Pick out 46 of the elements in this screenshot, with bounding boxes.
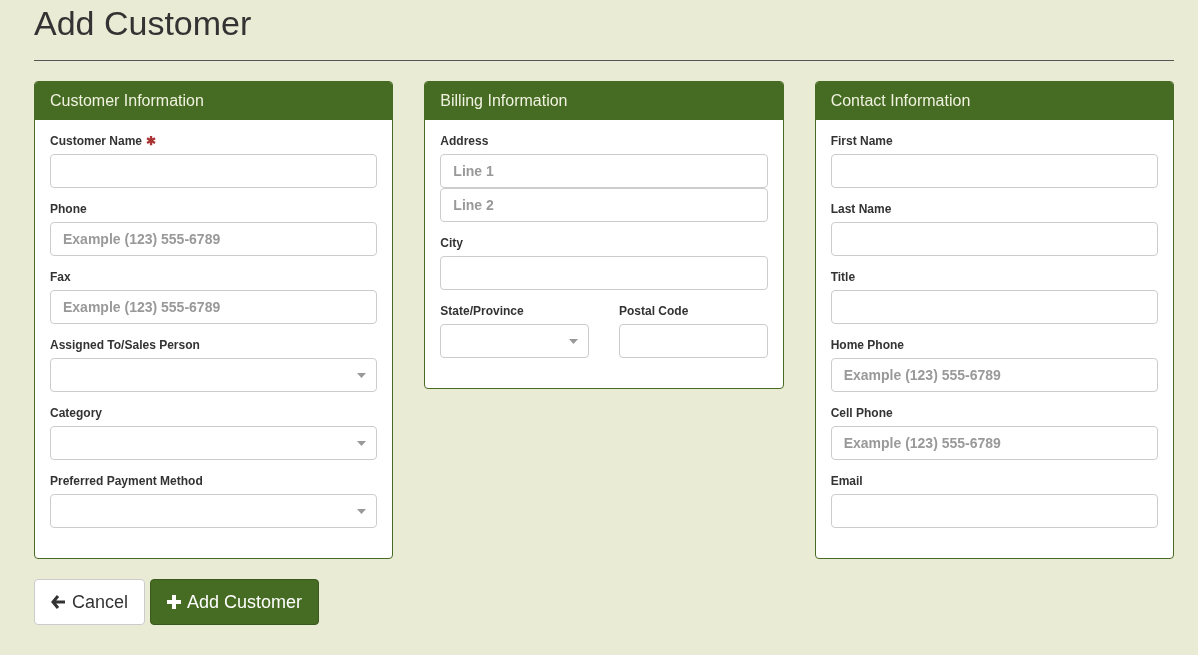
- text-input[interactable]: Example (123) 555-6789: [50, 290, 378, 324]
- field-label: Cell Phone: [830, 406, 893, 421]
- dropdown[interactable]: [50, 494, 378, 528]
- text-input[interactable]: [50, 154, 378, 188]
- panel-header: Billing Information: [425, 82, 783, 120]
- field-label: Email: [830, 474, 863, 489]
- dropdown[interactable]: [50, 426, 378, 460]
- text-input[interactable]: [830, 290, 1158, 324]
- panel-header: Customer Information: [35, 82, 393, 120]
- required-asterisk: ✱: [146, 134, 157, 149]
- page-title: Add Customer: [34, 3, 253, 42]
- cancel-button[interactable]: Cancel: [34, 579, 146, 625]
- field-label: Assigned To/Sales Person: [50, 338, 200, 353]
- left-arrow-icon: [51, 595, 66, 609]
- field-label: Title: [830, 270, 856, 285]
- field-label: Address: [440, 134, 489, 149]
- text-input[interactable]: [619, 324, 768, 358]
- caret-icon: [357, 441, 367, 446]
- text-input[interactable]: [830, 154, 1158, 188]
- field-label: Fax: [50, 270, 71, 285]
- field-label: State/Province: [440, 304, 524, 319]
- text-input[interactable]: Example (123) 555-6789: [830, 426, 1158, 460]
- text-input[interactable]: [830, 494, 1158, 528]
- text-input[interactable]: [440, 256, 768, 290]
- caret-icon: [357, 509, 367, 514]
- field-label: Last Name: [830, 202, 892, 217]
- caret-icon: [569, 339, 578, 344]
- field-label: Phone: [50, 202, 87, 217]
- plus-icon: [167, 595, 182, 609]
- add-customer-button[interactable]: Add Customer: [150, 579, 320, 625]
- panel-header: Contact Information: [815, 82, 1173, 120]
- dropdown[interactable]: [50, 358, 378, 392]
- field-label: First Name: [830, 134, 893, 149]
- field-label: Preferred Payment Method: [50, 474, 203, 489]
- text-input[interactable]: Example (123) 555-6789: [50, 222, 378, 256]
- field-label: Home Phone: [830, 338, 904, 353]
- dropdown[interactable]: [440, 324, 589, 358]
- text-input[interactable]: Example (123) 555-6789: [830, 358, 1158, 392]
- address-input[interactable]: Line 1: [440, 154, 768, 188]
- field-label: City: [440, 236, 463, 251]
- field-label: Category: [50, 406, 102, 421]
- caret-icon: [357, 373, 367, 378]
- address-input[interactable]: Line 2: [440, 188, 768, 222]
- text-input[interactable]: [830, 222, 1158, 256]
- field-label: Customer Name: [50, 134, 143, 149]
- field-label: Postal Code: [619, 304, 689, 319]
